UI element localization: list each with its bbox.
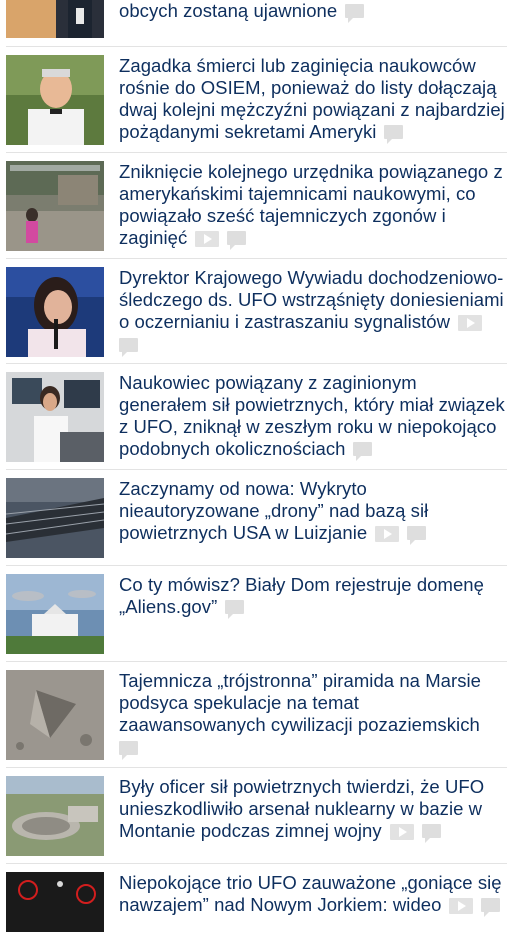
divider bbox=[6, 46, 507, 47]
comment-bubble-icon[interactable] bbox=[119, 741, 138, 760]
comment-bubble-icon[interactable] bbox=[227, 231, 247, 250]
comment-bubble-icon[interactable] bbox=[345, 4, 365, 23]
comment-bubble-icon[interactable] bbox=[119, 338, 138, 357]
comment-bubble-icon[interactable] bbox=[353, 442, 373, 461]
divider bbox=[6, 469, 507, 470]
article-thumbnail[interactable] bbox=[6, 267, 104, 357]
article-thumbnail[interactable] bbox=[6, 55, 104, 145]
article-headline[interactable]: Były oficer sił powietrznych twierdzi, ż… bbox=[119, 776, 507, 843]
article-thumbnail[interactable] bbox=[6, 478, 104, 558]
divider bbox=[6, 363, 507, 364]
article-thumbnail[interactable] bbox=[6, 161, 104, 251]
article-thumbnail[interactable] bbox=[6, 574, 104, 654]
comment-bubble-icon[interactable] bbox=[225, 600, 245, 619]
comment-bubble-icon[interactable] bbox=[407, 526, 427, 545]
article-headline[interactable]: Zniknięcie kolejnego urzędnika powiązane… bbox=[119, 161, 507, 250]
video-play-icon[interactable] bbox=[458, 315, 483, 331]
article-headline[interactable]: panowanie nad sobą, jeśli akta dotyczące… bbox=[119, 0, 507, 23]
article-thumbnail[interactable] bbox=[6, 372, 104, 462]
comment-bubble-icon[interactable] bbox=[421, 824, 441, 843]
article-thumbnail[interactable] bbox=[6, 872, 104, 932]
divider bbox=[6, 152, 507, 153]
article-thumbnail[interactable] bbox=[6, 670, 104, 760]
article-headline[interactable]: Zaczynamy od nowa: Wykryto nieautoryzowa… bbox=[119, 478, 507, 545]
divider bbox=[6, 258, 507, 259]
article-thumbnail[interactable] bbox=[6, 776, 104, 856]
video-play-icon[interactable] bbox=[389, 824, 414, 840]
video-play-icon[interactable] bbox=[449, 898, 474, 914]
article-headline[interactable]: Naukowiec powiązany z zaginionym generał… bbox=[119, 372, 507, 461]
article-headline[interactable]: Co ty mówisz? Biały Dom rejestruje domen… bbox=[119, 574, 507, 619]
comment-bubble-icon[interactable] bbox=[384, 125, 404, 144]
divider bbox=[6, 767, 507, 768]
article-thumbnail[interactable] bbox=[6, 0, 104, 38]
article-headline[interactable]: Dyrektor Krajowego Wywiadu dochodzeniowo… bbox=[119, 267, 507, 357]
article-headline[interactable]: Niepokojące trio UFO zauważone „goniące … bbox=[119, 872, 507, 917]
article-headline[interactable]: Tajemnicza „trójstronna” piramida na Mar… bbox=[119, 670, 507, 760]
divider bbox=[6, 661, 507, 662]
article-headline[interactable]: Zagadka śmierci lub zaginięcia naukowców… bbox=[119, 55, 507, 144]
comment-bubble-icon[interactable] bbox=[481, 898, 501, 917]
divider bbox=[6, 863, 507, 864]
video-play-icon[interactable] bbox=[195, 231, 220, 247]
video-play-icon[interactable] bbox=[375, 526, 400, 542]
divider bbox=[6, 565, 507, 566]
